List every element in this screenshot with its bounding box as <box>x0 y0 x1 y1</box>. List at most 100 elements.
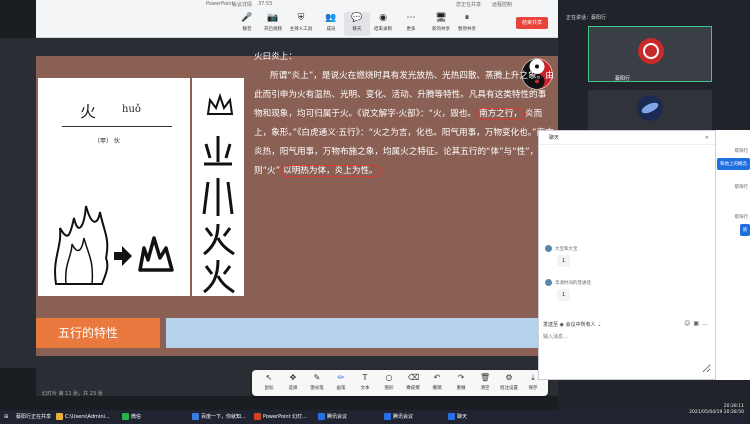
taskbar-app-meeting[interactable]: 腾讯会议 <box>318 412 347 422</box>
undo-tool-button[interactable]: ↶ 撤销 <box>426 373 448 393</box>
dict-divider <box>62 126 172 127</box>
chat-button[interactable]: 💬 聊天 <box>344 12 370 36</box>
trash-icon: 🗑 <box>480 373 491 382</box>
mic-icon: 🎤 <box>241 13 253 23</box>
members-button[interactable]: 👥 成员 <box>318 12 344 36</box>
chat-sender: 大宝和大宝 <box>555 247 578 252</box>
undo-icon: ↶ <box>433 373 441 382</box>
record-label: 结束录制 <box>374 27 392 32</box>
taskbar-app-label: C:\Users\Admini... <box>65 414 110 420</box>
circle-icon: ○ <box>385 373 393 382</box>
self-video-tile[interactable]: 蔡阳行 <box>588 26 712 82</box>
record-button[interactable]: ◉ 结束录制 <box>370 12 396 36</box>
ancient-fire-glyphs-icon <box>202 92 235 294</box>
mouse-tool-button[interactable]: ↖ 鼠标 <box>258 373 280 393</box>
eraser-tool-button[interactable]: ⌫ 橡皮擦 <box>402 373 424 393</box>
avatar <box>638 38 664 64</box>
emoji-icon[interactable]: ☺ <box>684 320 693 327</box>
text-icon: T <box>362 373 368 382</box>
laser-tool-label: 激光笔 <box>310 386 324 391</box>
pause-share-label: 暂停共享 <box>458 27 476 32</box>
shield-icon: ⛨ <box>297 13 305 23</box>
undo-tool-label: 撤销 <box>432 386 442 391</box>
taskbar-app-label: 聊天 <box>457 414 468 420</box>
mute-button[interactable]: 🎤 静音 <box>234 12 260 36</box>
clear-tool-button[interactable]: 🗑 清空 <box>474 373 496 393</box>
send-to-label: 发送至 <box>543 322 559 328</box>
end-share-button[interactable]: 结束共享 <box>516 17 548 29</box>
send-to-value: 会议中所有人 <box>565 322 596 328</box>
new-share-button[interactable]: 🖥 新的共享 <box>428 12 454 36</box>
annotation-toolbar: ↖ 鼠标 ✥ 选择 ✎ 激光笔 ✏ 画笔 T 文本 ○ 图形 ⌫ 橡皮擦 ↶ 撤销 ↷ 重做 🗑 清空 ⚙ 批注设置 ⤓ 保存 <box>252 370 548 396</box>
avatar <box>545 279 552 286</box>
meeting-info-link[interactable]: 会议详情 <box>232 1 252 8</box>
shape-tool-button[interactable]: ○ 图形 <box>378 373 400 393</box>
taskbar-app-browser[interactable]: 百度一下，你就知... <box>192 412 246 422</box>
taskbar-app-meeting[interactable]: 腾讯会议 <box>384 412 413 422</box>
more-icon[interactable]: … <box>702 320 711 327</box>
fire-drawing-icon <box>54 205 174 285</box>
taskbar-app-label: 腾讯会议 <box>327 414 348 420</box>
more-button[interactable]: ⋯ 更多 <box>398 12 424 36</box>
video-button[interactable]: 📷 开启视频 <box>260 12 286 36</box>
pen-icon: ✏ <box>337 373 345 382</box>
settings-tool-button[interactable]: ⚙ 批注设置 <box>498 373 520 393</box>
dictionary-card: 火 huǒ 〔甲〕 伙 <box>38 78 190 296</box>
close-icon[interactable]: ✕ <box>705 131 709 145</box>
host-button[interactable]: ⛨ 主持人工具 <box>288 12 314 36</box>
image-icon[interactable]: ▣ <box>693 320 702 327</box>
chat-input[interactable] <box>543 333 711 373</box>
eraser-tool-label: 橡皮擦 <box>406 386 420 391</box>
taskbar-app-powerpoint[interactable]: PowerPoint 幻灯... <box>254 412 307 422</box>
chat-message: 大宝和大宝 1 <box>545 245 578 267</box>
system-clock: 20:28:11 2021/05/04/19 20:28:50 <box>689 404 744 416</box>
save-icon: ⤓ <box>531 373 535 382</box>
section-bar <box>166 318 556 348</box>
chat-icon: 💬 <box>351 13 363 23</box>
camera-icon: 📷 <box>267 13 279 23</box>
chat-header: 聊天 ✕ <box>539 131 715 145</box>
speaking-indicator: 正在讲话：蔡阳行 <box>566 14 606 21</box>
more-icon: ⋯ <box>406 13 416 23</box>
dict-note: 〔甲〕 伙 <box>94 138 120 145</box>
sharing-status: 您正在共享 <box>456 2 482 8</box>
select-tool-button[interactable]: ✥ 选择 <box>282 373 304 393</box>
members-label: 成员 <box>326 27 336 32</box>
send-to-selector[interactable]: 发送至 ◉ 会议中所有人 ⌄ <box>543 321 601 328</box>
shared-slide: 火 huǒ 〔甲〕 伙 火曰炎上： 所谓“炎上”，是说火在燃烧时具有发光放热、光… <box>36 52 558 356</box>
powerpoint-icon <box>254 413 261 420</box>
strip-sender: 蔡阳行 <box>734 185 749 190</box>
pause-icon: ⏸ <box>464 13 470 23</box>
shape-tool-label: 图形 <box>384 386 394 391</box>
taskbar-app-label: PowerPoint 幻灯... <box>263 414 307 420</box>
strip-bubble: 和他上的概念 <box>717 158 750 170</box>
people-icon: 👥 <box>325 13 337 23</box>
folder-icon <box>56 413 63 420</box>
taskbar-app-chat[interactable]: 聊天 <box>448 412 467 422</box>
share-frame-left <box>0 38 36 368</box>
taskbar-app-label: 百度一下，你就知... <box>201 414 246 420</box>
chat-overflow-strip: 蔡阳行 和他上的概念 蔡阳行 蔡阳行 请 <box>716 130 750 380</box>
redo-tool-button[interactable]: ↷ 重做 <box>450 373 472 393</box>
chat-tools: ☺▣… <box>684 320 711 327</box>
record-icon: ◉ <box>379 13 387 23</box>
windows-start-icon[interactable]: ⊞ <box>4 412 8 422</box>
eraser-icon: ⌫ <box>408 373 420 382</box>
slide-counter: 幻灯片 第 11 张，共 23 张 <box>42 391 103 397</box>
laser-tool-button[interactable]: ✎ 激光笔 <box>306 373 328 393</box>
remote-video-tile[interactable] <box>588 90 712 130</box>
dict-pinyin: huǒ <box>122 104 141 115</box>
clock-date: 2021/05/04/19 20:28:50 <box>689 410 744 415</box>
pause-share-button[interactable]: ⏸ 暂停共享 <box>454 12 480 36</box>
clear-tool-label: 清空 <box>480 386 490 391</box>
dict-character: 火 <box>80 102 97 121</box>
chevron-down-icon: ⌄ <box>597 322 602 328</box>
remote-control-link[interactable]: 远程控制 <box>492 1 512 8</box>
pen-tool-button[interactable]: ✏ 画笔 <box>330 373 352 393</box>
text-tool-button[interactable]: T 文本 <box>354 373 376 393</box>
host-label: 主持人工具 <box>289 27 313 32</box>
taskbar-app-wechat[interactable]: 微信 <box>122 412 141 422</box>
chat-bubble: 1 <box>557 255 571 267</box>
settings-tool-label: 批注设置 <box>500 386 518 391</box>
taskbar-app-explorer[interactable]: C:\Users\Admini... <box>56 412 110 422</box>
